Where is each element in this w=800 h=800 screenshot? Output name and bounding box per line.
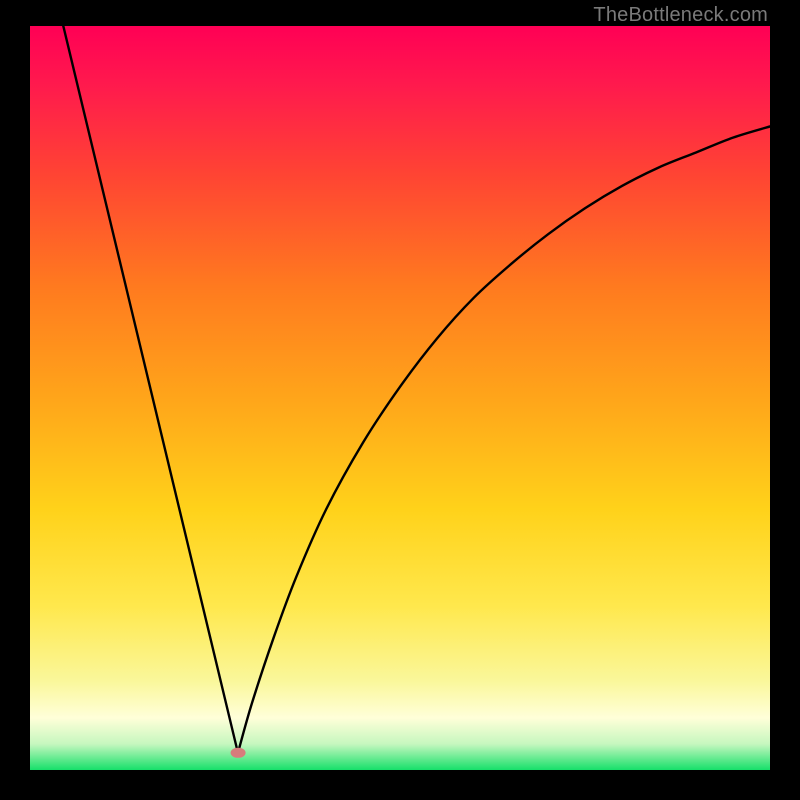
watermark-text: TheBottleneck.com	[593, 4, 768, 27]
gradient-bg	[30, 26, 770, 770]
chart-frame	[30, 26, 770, 770]
chart-svg	[30, 26, 770, 770]
